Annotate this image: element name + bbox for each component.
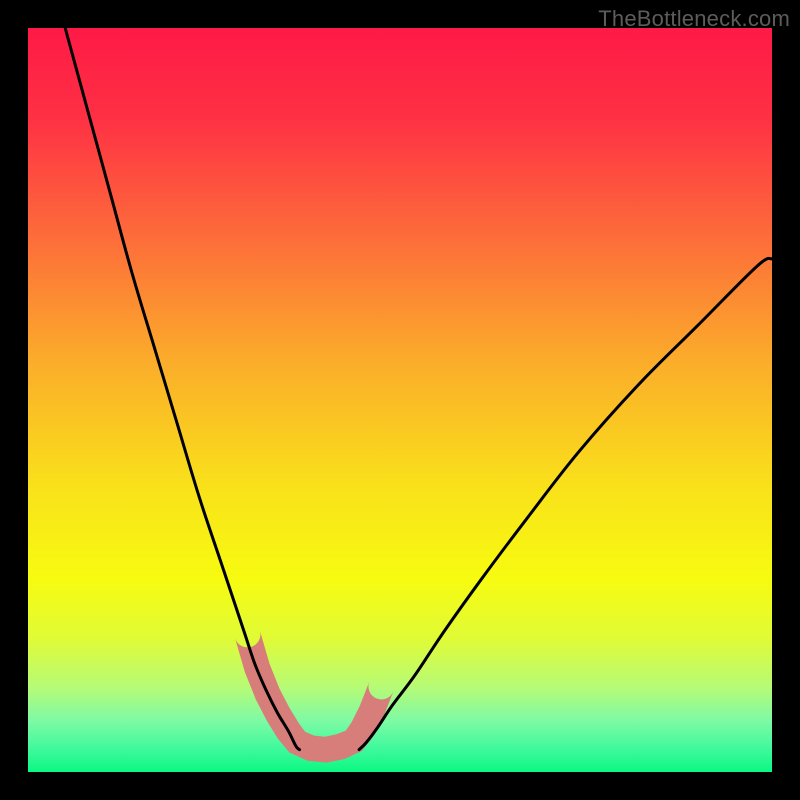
watermark-text: TheBottleneck.com	[598, 6, 790, 32]
chart-background	[28, 28, 772, 772]
bottleneck-chart	[28, 28, 772, 772]
chart-frame	[28, 28, 772, 772]
